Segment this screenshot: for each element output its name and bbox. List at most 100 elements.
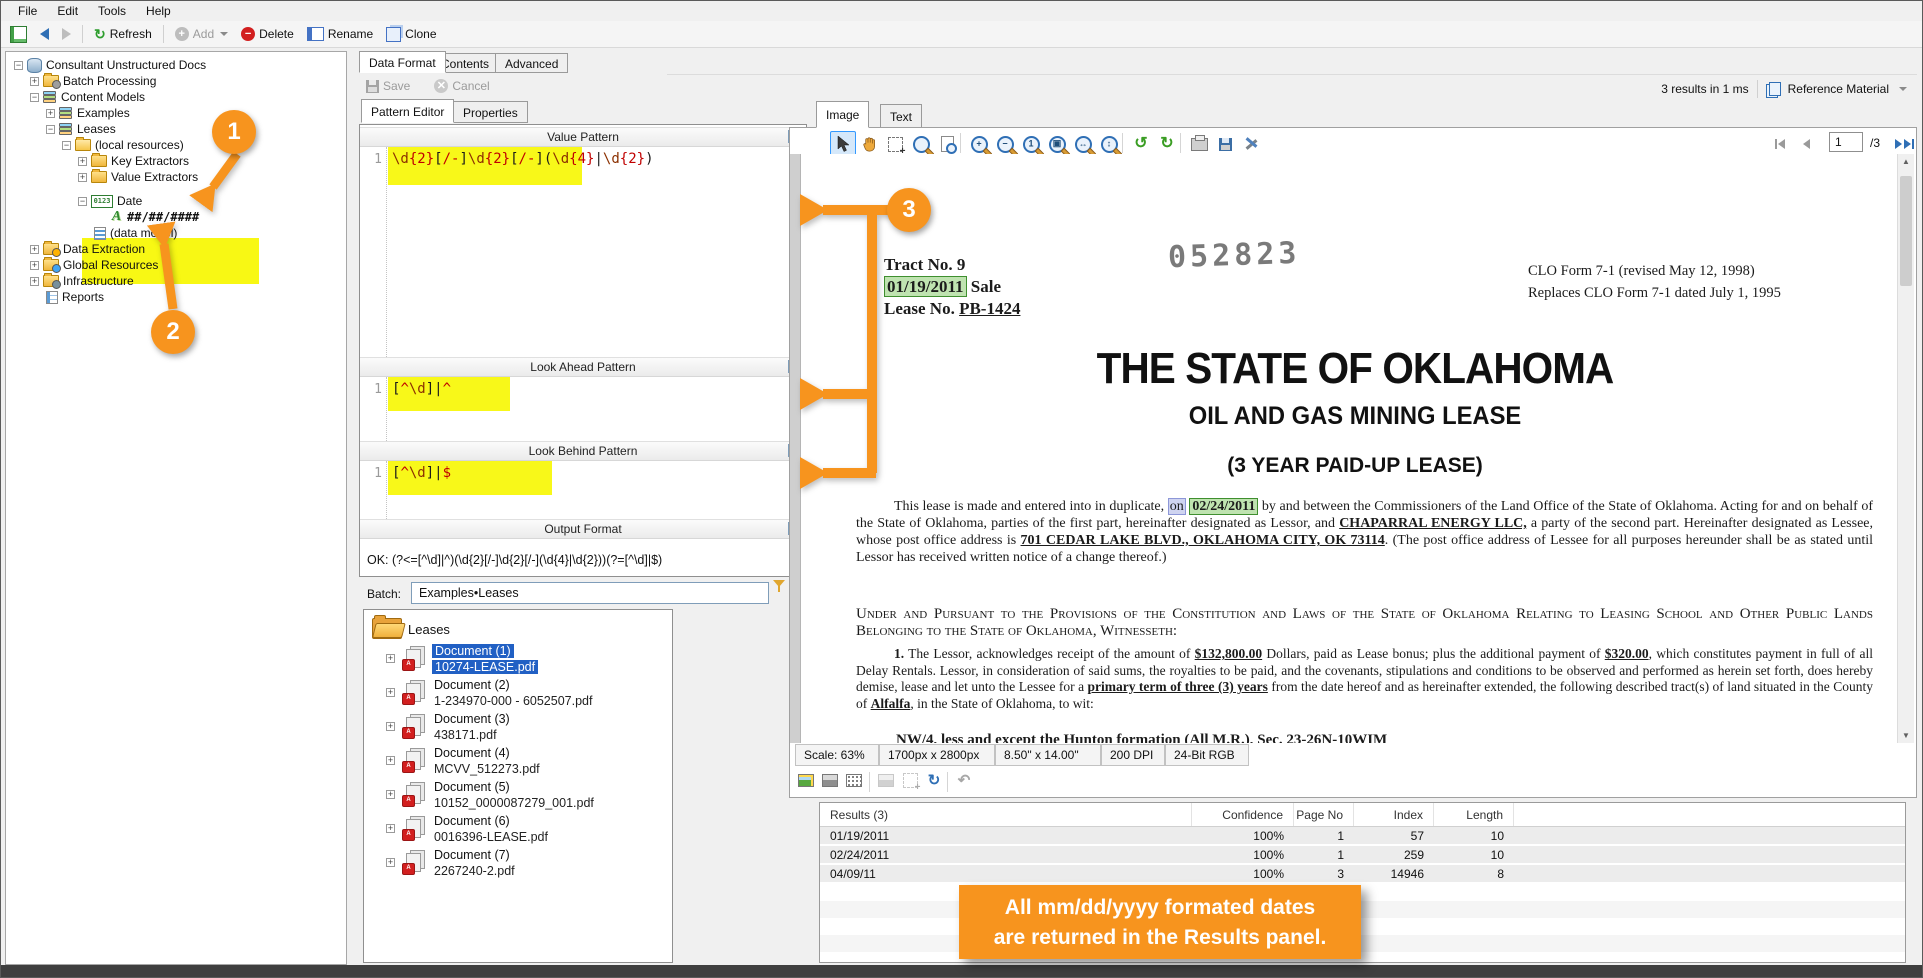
grayscale-mode-button[interactable] (819, 769, 841, 791)
tab-image[interactable]: Image (816, 101, 870, 128)
refresh-button[interactable]: ↻ Refresh (89, 24, 157, 45)
col-length[interactable]: Length (1434, 803, 1514, 826)
document-file-row[interactable]: 10274-LEASE.pdf (432, 660, 539, 674)
back-button[interactable] (35, 26, 54, 42)
page-preview-icon (940, 136, 957, 154)
col-index[interactable]: Index (1354, 803, 1434, 826)
document-file-row[interactable]: MCVV_512273.pdf (434, 762, 540, 776)
save-button[interactable]: Save (361, 77, 415, 95)
tree-item-value-extractors[interactable]: + Value Extractors (78, 169, 198, 185)
expand-icon[interactable]: + (386, 824, 395, 833)
expand-icon[interactable]: + (386, 654, 395, 663)
page-number-input[interactable]: 1 (1829, 132, 1863, 152)
collapse-icon[interactable]: − (46, 124, 55, 134)
document-row[interactable]: Document (3) (434, 712, 510, 726)
tree-item-root[interactable]: − Consultant Unstructured Docs (14, 57, 206, 73)
document-row[interactable]: Document (6) (434, 814, 510, 828)
scroll-up-icon[interactable]: ▲ (1902, 157, 1910, 166)
tree-item-key-extractors[interactable]: + Key Extractors (78, 153, 189, 169)
document-row[interactable]: Document (1) (432, 644, 514, 658)
collapse-icon[interactable]: − (62, 140, 71, 150)
batch-combo[interactable]: Examples•Leases (411, 582, 769, 604)
tab-data-format[interactable]: Data Format (359, 51, 446, 73)
reload-image-button[interactable]: ↻ (923, 769, 945, 791)
document-row[interactable]: Document (4) (434, 746, 510, 760)
tree-item-infrastructure[interactable]: + Infrastructure (30, 273, 134, 289)
col-confidence[interactable]: Confidence (1192, 803, 1294, 826)
color-mode-button[interactable] (795, 769, 817, 791)
expand-icon[interactable]: + (46, 108, 55, 118)
expand-icon[interactable]: + (386, 722, 395, 731)
document-file-row[interactable]: 1-234970-000 - 6052507.pdf (434, 694, 592, 708)
clone-button[interactable]: Clone (381, 25, 441, 44)
col-results[interactable]: Results (3) (820, 803, 1192, 826)
document-file-row[interactable]: 2267240-2.pdf (434, 864, 515, 878)
document-row[interactable]: Document (7) (434, 848, 510, 862)
expand-icon[interactable]: + (78, 156, 87, 166)
menu-tools[interactable]: Tools (89, 2, 135, 20)
viewer-vertical-scrollbar[interactable]: ▲ ▼ (1897, 154, 1914, 743)
tree-item-batch-processing[interactable]: + Batch Processing (30, 73, 156, 89)
col-page-no[interactable]: Page No (1294, 803, 1354, 826)
delete-button[interactable]: − Delete (236, 25, 299, 43)
menu-edit[interactable]: Edit (48, 2, 87, 20)
document-image-canvas[interactable]: Tract No. 9 01/19/2011 Sale Lease No. PB… (790, 154, 1897, 743)
adjust-image-button[interactable] (875, 769, 897, 791)
separator (1756, 79, 1758, 98)
result-row[interactable]: 04/09/11 100% 3 14946 8 (820, 865, 1905, 884)
menu-file[interactable]: File (9, 2, 46, 20)
value-pattern-code[interactable]: \d{2}[/-]\d{2}[/-](\d{4}|\d{2}) (392, 151, 654, 167)
bw-mode-button[interactable] (843, 769, 865, 791)
look-ahead-code[interactable]: [^\d]|^ (392, 381, 451, 397)
document-file-row[interactable]: 438171.pdf (434, 728, 497, 742)
rename-button[interactable]: Rename (302, 25, 378, 43)
tab-text[interactable]: Text (880, 104, 923, 128)
tree-item-content-models[interactable]: − Content Models (30, 89, 145, 105)
expand-icon[interactable]: + (386, 688, 395, 697)
undo-button[interactable]: ↶ (953, 769, 975, 791)
expand-icon[interactable]: + (386, 790, 395, 799)
expand-icon[interactable]: + (30, 260, 39, 270)
tree-item-date[interactable]: − Date (78, 193, 142, 209)
tree-item-data-model[interactable]: (data model) (94, 225, 177, 241)
forward-button[interactable] (57, 26, 76, 42)
expand-icon[interactable]: + (30, 76, 39, 86)
scrollbar-thumb[interactable] (1900, 176, 1912, 286)
collapse-icon[interactable]: − (78, 196, 87, 206)
batch-root-label[interactable]: Leases (408, 622, 450, 637)
menu-help[interactable]: Help (137, 2, 180, 20)
tab-advanced[interactable]: Advanced (495, 53, 569, 73)
document-stamp: 052823 (1167, 235, 1301, 276)
document-row[interactable]: Document (2) (434, 678, 510, 692)
tree-item-local-resources[interactable]: − (local resources) (62, 137, 184, 153)
tree-item-data-extraction[interactable]: + Data Extraction (30, 241, 145, 257)
tab-properties[interactable]: Properties (453, 101, 528, 123)
workspace-button[interactable] (5, 24, 32, 45)
batch-filter-button[interactable] (773, 580, 785, 601)
expand-icon[interactable]: + (30, 244, 39, 254)
add-button[interactable]: + Add (170, 25, 233, 43)
document-file-row[interactable]: 0016396-LEASE.pdf (434, 830, 548, 844)
expand-icon[interactable]: + (30, 276, 39, 286)
document-row[interactable]: Document (5) (434, 780, 510, 794)
folder-icon (91, 153, 107, 167)
collapse-icon[interactable]: − (30, 92, 39, 102)
document-file-row[interactable]: 10152_0000087279_001.pdf (434, 796, 594, 810)
look-behind-code[interactable]: [^\d]|$ (392, 465, 451, 481)
expand-icon[interactable]: + (386, 858, 395, 867)
expand-icon[interactable]: + (78, 172, 87, 182)
expand-icon[interactable]: + (386, 756, 395, 765)
crop-button[interactable] (899, 769, 921, 793)
cancel-button[interactable]: ✕ Cancel (429, 77, 494, 95)
tree-item-date-pattern[interactable]: ##/##/#### (110, 209, 199, 225)
collapse-icon[interactable]: − (14, 60, 23, 70)
result-row[interactable]: 02/24/2011 100% 1 259 10 (820, 846, 1905, 865)
scroll-down-icon[interactable]: ▼ (1902, 731, 1910, 740)
tree-item-leases[interactable]: − Leases (46, 121, 116, 137)
tab-pattern-editor[interactable]: Pattern Editor (361, 99, 455, 123)
tree-item-examples[interactable]: + Examples (46, 105, 130, 121)
result-row[interactable]: 01/19/2011 100% 1 57 10 (820, 827, 1905, 846)
tree-item-reports[interactable]: Reports (46, 289, 104, 305)
reference-material-dropdown[interactable]: Reference Material (1788, 82, 1889, 96)
tree-item-global-resources[interactable]: + Global Resources (30, 257, 158, 273)
